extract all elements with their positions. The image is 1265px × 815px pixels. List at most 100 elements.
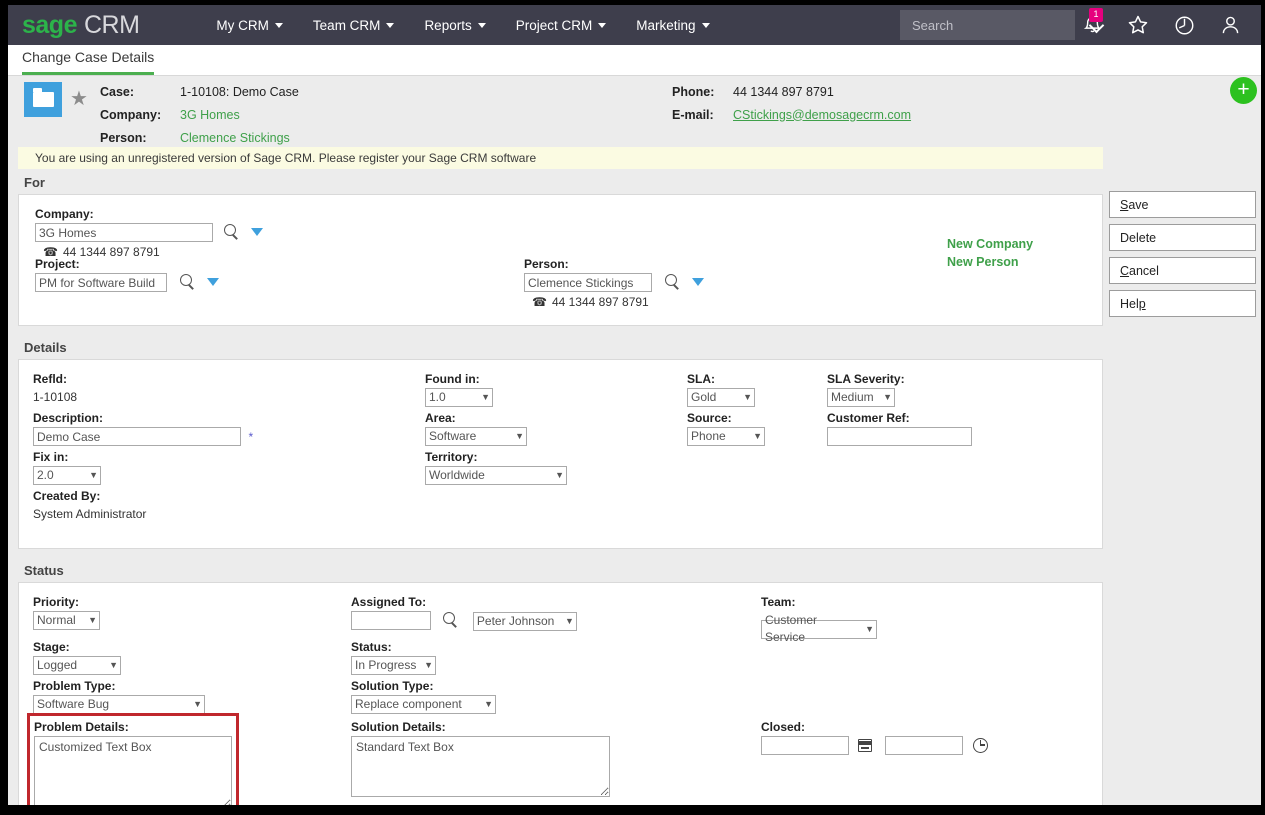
solution-details-field-group: Solution Details:: [351, 720, 610, 802]
top-navigation-bar: sage CRM My CRM Team CRM Reports Project…: [8, 5, 1261, 45]
fixin-select[interactable]: 2.0 ▼: [33, 466, 101, 485]
folder-glyph: [32, 88, 54, 107]
person-search-icon[interactable]: [664, 274, 680, 290]
sage-crm-logo[interactable]: sage CRM: [22, 11, 140, 40]
cancel-button[interactable]: Cancel: [1109, 257, 1256, 284]
summary-row-company: Company: 3G Homes: [100, 103, 299, 126]
area-field-group: Area: Software ▼: [425, 411, 527, 446]
section-header-details: Details: [18, 334, 1261, 359]
project-search-icon[interactable]: [179, 274, 195, 290]
chevron-down-icon: ▼: [484, 699, 493, 709]
person-dropdown-caret-icon[interactable]: [691, 278, 704, 287]
territory-select[interactable]: Worldwide ▼: [425, 466, 567, 485]
calendar-icon[interactable]: [858, 738, 873, 752]
delete-button[interactable]: Delete: [1109, 224, 1256, 251]
nav-item-team-crm-label: Team CRM: [312, 17, 381, 33]
person-phone-line: ☎ 44 1344 897 8791: [524, 295, 704, 309]
sla-severity-select[interactable]: Medium ▼: [827, 388, 895, 407]
project-input[interactable]: [35, 273, 167, 292]
company-input[interactable]: [35, 223, 213, 242]
status-select[interactable]: In Progress ▼: [351, 656, 436, 675]
recent-history-button[interactable]: [1161, 5, 1207, 45]
email-link[interactable]: CStickings@demosagecrm.com: [733, 108, 911, 122]
problem-details-label: Problem Details:: [34, 720, 129, 734]
new-company-link[interactable]: New Company: [947, 235, 1033, 253]
section-header-status: Status: [18, 557, 1261, 582]
foundin-select[interactable]: 1.0 ▼: [425, 388, 493, 407]
assigned-to-input[interactable]: [351, 611, 431, 630]
problem-details-textarea[interactable]: [34, 736, 232, 805]
customer-ref-input[interactable]: [827, 427, 972, 446]
assigned-to-field-group: Assigned To: Peter Johnson ▼: [351, 595, 577, 631]
closed-field-group: Closed:: [761, 720, 989, 755]
notification-badge: 1: [1089, 8, 1103, 22]
chevron-down-icon: [386, 22, 395, 28]
chevron-down-icon: ▼: [424, 660, 433, 670]
tab-strip: Change Case Details: [8, 45, 1261, 75]
person-phone-value: 44 1344 897 8791: [551, 295, 649, 309]
description-input[interactable]: [33, 427, 241, 446]
required-asterisk: *: [248, 429, 254, 444]
new-record-links: New Company New Person: [947, 235, 1033, 271]
project-field-label: Project:: [35, 257, 80, 271]
fixin-value: 2.0: [37, 468, 54, 482]
sla-select[interactable]: Gold ▼: [687, 388, 755, 407]
person-link[interactable]: Clemence Stickings: [180, 131, 290, 145]
new-person-link[interactable]: New Person: [947, 253, 1033, 271]
search-input[interactable]: [910, 16, 1090, 34]
territory-field-group: Territory: Worldwide ▼: [425, 450, 567, 485]
help-button[interactable]: Help: [1109, 290, 1256, 317]
clock-icon[interactable]: [973, 737, 989, 753]
nav-item-marketing[interactable]: Marketing: [621, 18, 724, 33]
stage-label: Stage:: [33, 640, 70, 654]
user-profile-button[interactable]: [1207, 5, 1253, 45]
summary-row-email: E-mail: CStickings@demosagecrm.com: [672, 103, 911, 126]
nav-item-project-crm[interactable]: Project CRM: [501, 18, 622, 33]
company-link[interactable]: 3G Homes: [180, 108, 240, 122]
closed-time-input[interactable]: [884, 736, 963, 755]
save-button[interactable]: Save: [1109, 191, 1256, 218]
summary-right-fields: Phone: 44 1344 897 8791 E-mail: CStickin…: [672, 80, 911, 126]
source-select[interactable]: Phone ▼: [687, 427, 765, 446]
problem-type-select[interactable]: Software Bug ▼: [33, 695, 205, 714]
closed-date-input[interactable]: [761, 736, 849, 755]
summary-left-fields: Case: 1-10108: Demo Case Company: 3G Hom…: [100, 80, 299, 149]
nav-item-reports-label: Reports: [424, 17, 472, 33]
status-panel: Priority: Normal ▼ Stage: Logged ▼ Probl…: [18, 582, 1103, 805]
tab-change-case-details[interactable]: Change Case Details: [22, 49, 154, 65]
person-input[interactable]: [524, 273, 652, 292]
notifications-button[interactable]: 1: [1069, 5, 1115, 45]
assigned-to-search-icon[interactable]: [442, 612, 458, 628]
nav-item-my-crm[interactable]: My CRM: [201, 18, 298, 33]
source-field-group: Source: Phone ▼: [687, 411, 765, 446]
solution-type-field-group: Solution Type: Replace component ▼: [351, 679, 496, 714]
global-search-box[interactable]: [900, 10, 1090, 40]
case-folder-icon: [24, 82, 62, 117]
solution-details-textarea[interactable]: [351, 736, 610, 797]
section-header-for: For: [18, 169, 1261, 194]
project-dropdown-caret-icon[interactable]: [206, 278, 219, 287]
phone-value: 44 1344 897 8791: [733, 84, 834, 99]
chevron-down-icon: [477, 22, 486, 28]
sla-severity-label: SLA Severity:: [827, 372, 905, 386]
nav-item-reports[interactable]: Reports: [409, 18, 500, 33]
for-panel: Company: ☎ 44 1344 897 8791 Project: Per…: [18, 194, 1103, 326]
stage-select[interactable]: Logged ▼: [33, 656, 121, 675]
refid-value: 1-10108: [33, 390, 78, 404]
team-select[interactable]: Customer Service ▼: [761, 613, 877, 644]
priority-select[interactable]: Normal ▼: [33, 611, 100, 630]
stage-value: Logged: [37, 658, 78, 672]
team-value: Customer Service: [765, 613, 818, 644]
company-dropdown-caret-icon[interactable]: [250, 228, 263, 237]
add-new-button[interactable]: +: [1230, 77, 1257, 104]
company-search-icon[interactable]: [223, 224, 239, 240]
summary-row-phone: Phone: 44 1344 897 8791: [672, 80, 911, 103]
solution-type-select[interactable]: Replace component ▼: [351, 695, 496, 714]
nav-item-my-crm-label: My CRM: [216, 17, 269, 33]
favorites-button[interactable]: [1115, 5, 1161, 45]
area-select[interactable]: Software ▼: [425, 427, 527, 446]
favorite-star-icon[interactable]: ★: [70, 89, 88, 109]
assigned-to-select[interactable]: Peter Johnson ▼: [472, 611, 577, 631]
screenshot-root: sage CRM My CRM Team CRM Reports Project…: [0, 0, 1265, 815]
nav-item-team-crm[interactable]: Team CRM: [298, 18, 410, 33]
